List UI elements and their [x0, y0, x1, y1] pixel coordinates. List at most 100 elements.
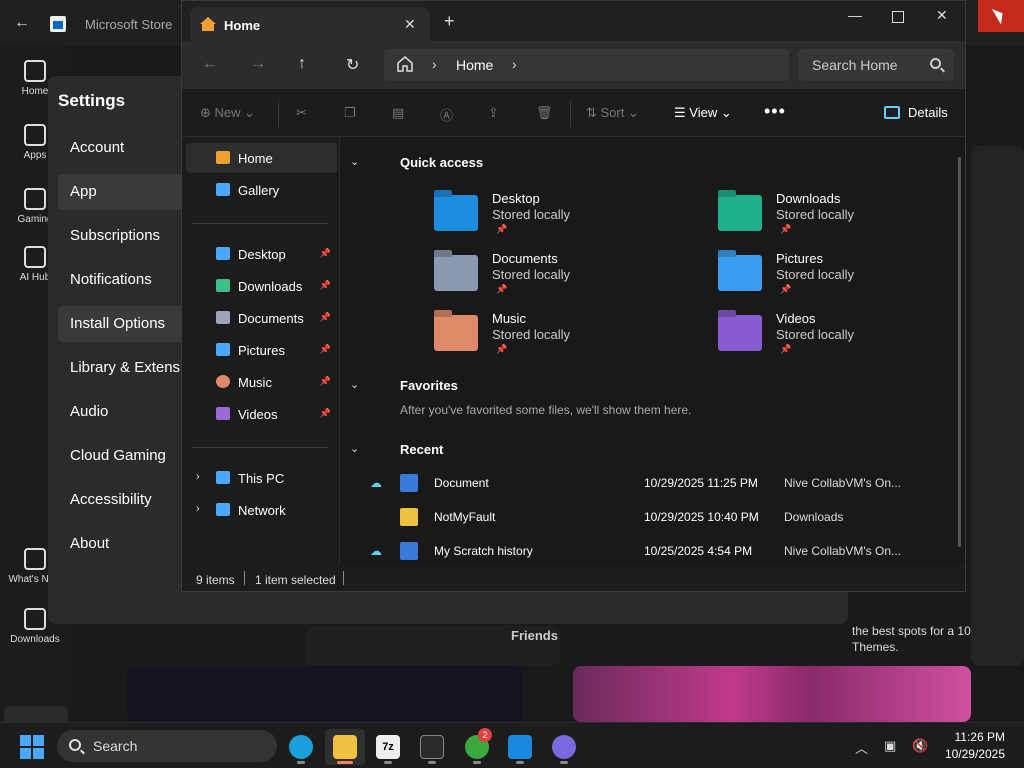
search-input[interactable]: Search Home	[798, 49, 954, 81]
7zip-app[interactable]: 7z	[368, 729, 408, 765]
refresh-icon[interactable]: ↻	[346, 55, 359, 75]
up-icon[interactable]: ↑	[298, 55, 306, 73]
sidebar-item-label: Videos	[238, 407, 278, 422]
more-options-icon[interactable]: •••	[764, 101, 786, 122]
edge-app[interactable]	[281, 729, 321, 765]
sidebar-item-this-pc[interactable]: › This PC	[186, 463, 337, 493]
sidebar-item-videos[interactable]: Videos 📌	[186, 399, 337, 429]
chevron-down-icon[interactable]: ⌄	[350, 378, 359, 391]
paste-icon[interactable]: ▤	[392, 105, 404, 121]
videos-folder-icon	[718, 315, 762, 351]
chevron-right-icon[interactable]: ›	[512, 56, 517, 72]
quick-access-header[interactable]: Quick access	[400, 155, 483, 170]
sidebar-item-downloads[interactable]: Downloads 📌	[186, 271, 337, 301]
teams-app[interactable]	[544, 729, 584, 765]
chevron-right-icon[interactable]: ›	[196, 471, 200, 483]
clock-time[interactable]: 11:26 PM	[955, 730, 1005, 744]
sidebar-item-music[interactable]: Music 📌	[186, 367, 337, 397]
recent-row[interactable]: ☁ My Scratch history 10/25/2025 4:54 PM …	[340, 538, 920, 564]
display-icon[interactable]: ▣	[884, 738, 896, 754]
clock-date[interactable]: 10/29/2025	[945, 747, 1005, 761]
rail-label: Downloads	[10, 634, 60, 645]
plus-icon[interactable]: +	[444, 12, 455, 30]
maximize-button[interactable]	[892, 11, 904, 23]
start-button[interactable]	[20, 735, 44, 759]
quick-access-downloads[interactable]: Downloads Stored locally 📌	[718, 191, 978, 247]
copy-icon[interactable]: ❐	[344, 105, 356, 121]
breadcrumb-home[interactable]: Home	[456, 57, 493, 73]
vertical-scrollbar[interactable]	[958, 157, 961, 547]
back-icon[interactable]: ←	[202, 55, 218, 73]
home-icon	[216, 151, 230, 164]
recent-row[interactable]: ☁ Document 10/29/2025 11:25 PM Nive Coll…	[340, 470, 920, 496]
chevron-right-icon[interactable]: ›	[196, 503, 200, 515]
forward-icon[interactable]: →	[250, 55, 266, 73]
word-document-icon	[400, 542, 418, 560]
sidebar-item-home[interactable]: Home	[186, 143, 337, 173]
share-icon[interactable]: ⇪	[488, 105, 499, 121]
this-pc-icon	[216, 471, 230, 484]
tab-home[interactable]: Home ✕	[190, 7, 430, 41]
terminal-app[interactable]	[412, 729, 452, 765]
desktop-folder-icon	[434, 195, 478, 231]
status-divider	[343, 571, 344, 585]
recent-header[interactable]: Recent	[400, 442, 443, 457]
cloud-download-icon	[24, 608, 46, 630]
folder-name: Videos	[776, 311, 816, 326]
word-document-icon	[400, 474, 418, 492]
cloud-icon: ☁	[370, 544, 382, 558]
folder-status: Stored locally	[776, 327, 855, 342]
navigation-bar: ← → ↑ ↻ › Home › Search Home	[182, 41, 965, 89]
quick-access-videos[interactable]: Videos Stored locally 📌	[718, 311, 978, 367]
back-arrow-icon[interactable]: ←	[14, 14, 34, 34]
delete-icon[interactable]: 🗑	[536, 105, 553, 121]
close-window-button[interactable]: ✕	[936, 7, 948, 24]
rename-icon[interactable]: Ⓐ	[440, 105, 453, 124]
sort-button[interactable]: ⇅ Sort ⌄	[586, 105, 639, 121]
sidebar-divider	[192, 447, 328, 448]
sidebar-item-documents[interactable]: Documents 📌	[186, 303, 337, 333]
app-running-indicator	[516, 761, 524, 764]
new-button[interactable]: ⊕ New ⌄	[200, 105, 255, 121]
favorites-header[interactable]: Favorites	[400, 378, 458, 393]
quick-access-pictures[interactable]: Pictures Stored locally 📌	[718, 251, 978, 307]
chevron-down-icon[interactable]: ⌄	[350, 155, 359, 168]
view-button[interactable]: ☰ View ⌄	[674, 105, 732, 121]
recent-row[interactable]: NotMyFault 10/29/2025 10:40 PM Downloads	[340, 504, 920, 530]
item-count: 9 items	[196, 573, 235, 587]
chevron-down-icon[interactable]: ⌄	[350, 442, 359, 455]
store-card-waterfall[interactable]	[573, 666, 971, 722]
chevron-right-icon[interactable]: ›	[432, 56, 437, 72]
gallery-icon	[216, 183, 230, 196]
store-card-starfield[interactable]	[127, 666, 523, 722]
minimize-button[interactable]: —	[848, 7, 862, 23]
home-icon	[397, 56, 413, 72]
folder-status: Stored locally	[492, 327, 571, 342]
file-explorer-app[interactable]	[325, 729, 365, 765]
content-pane: ⌄ Quick access Desktop Stored locally 📌 …	[340, 137, 965, 565]
store-app[interactable]	[500, 729, 540, 765]
sidebar-item-gallery[interactable]: Gallery	[186, 175, 337, 205]
address-bar[interactable]: › Home ›	[384, 49, 789, 81]
pin-icon: 📌	[319, 376, 331, 386]
toolbar-divider	[570, 101, 571, 127]
details-button[interactable]: Details	[908, 105, 948, 120]
pin-icon: 📌	[496, 284, 508, 294]
sidebar-item-desktop[interactable]: Desktop 📌	[186, 239, 337, 269]
settings-title: Settings	[58, 91, 126, 110]
volume-muted-icon[interactable]: 🔇	[912, 738, 928, 754]
quick-access-music[interactable]: Music Stored locally 📌	[434, 311, 694, 367]
pin-icon: 📌	[780, 344, 792, 354]
chevron-up-icon[interactable]: ︿	[855, 738, 868, 757]
taskbar-search[interactable]: Search	[57, 730, 277, 762]
sidebar-item-pictures[interactable]: Pictures 📌	[186, 335, 337, 365]
cut-icon[interactable]: ✂	[296, 105, 307, 121]
quick-access-desktop[interactable]: Desktop Stored locally 📌	[434, 191, 694, 247]
recent-file-location: Nive CollabVM's On...	[784, 476, 901, 490]
store-card[interactable]	[971, 146, 1024, 666]
quick-access-documents[interactable]: Documents Stored locally 📌	[434, 251, 694, 307]
sidebar-item-network[interactable]: › Network	[186, 495, 337, 525]
command-bar: ⊕ New ⌄ ✂ ❐ ▤ Ⓐ ⇪ 🗑 ⇅ Sort ⌄ ☰ View ⌄ ••…	[182, 89, 965, 137]
close-tab-icon[interactable]: ✕	[404, 16, 416, 33]
folder-name: Documents	[492, 251, 558, 266]
